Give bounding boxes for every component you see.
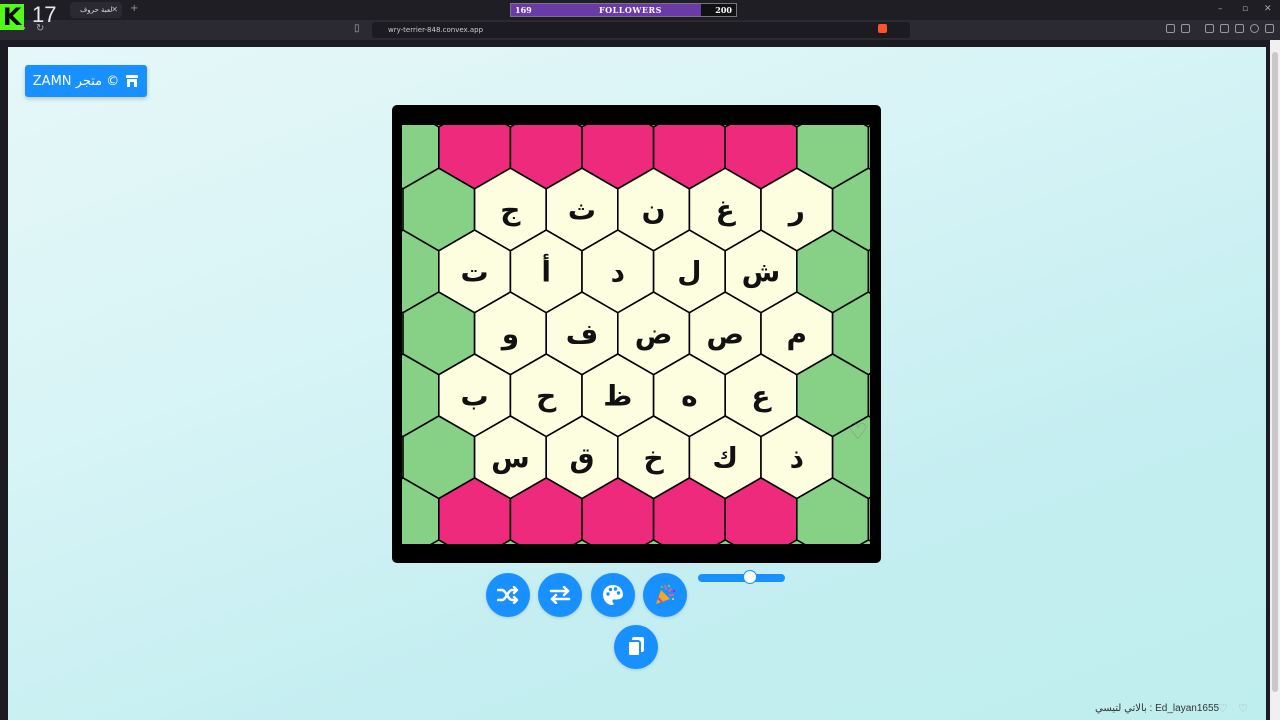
celebrate-button[interactable] <box>643 573 687 617</box>
size-slider[interactable] <box>698 570 785 584</box>
hex-letter: ع <box>751 379 772 412</box>
heart-watermark-icon: ♡ <box>848 420 868 445</box>
reload-icon[interactable]: ↻ <box>36 23 44 34</box>
hex-letter: ب <box>461 379 489 412</box>
hex-letter: ف <box>566 317 599 350</box>
shuffle-button[interactable] <box>486 573 530 617</box>
store-button-label: ZAMN متجر © <box>32 73 120 89</box>
hex-letter: ه <box>681 379 698 412</box>
hex-letter: غ <box>716 194 737 227</box>
followers-label: FOLLOWERS <box>599 5 662 15</box>
extension-icon[interactable] <box>1166 24 1175 33</box>
swap-icon <box>549 586 571 604</box>
followers-current: 169 <box>515 5 532 15</box>
palette-button[interactable] <box>591 573 635 617</box>
copy-button[interactable] <box>614 625 658 669</box>
shuffle-icon <box>497 586 519 604</box>
hex-letter: ذ <box>790 441 804 474</box>
close-icon[interactable]: ✕ <box>111 2 118 18</box>
green-border-hex <box>867 125 870 171</box>
hex-grid: ج ث ن غ ر ت أ د ل ش و ف ض ص م ب ح ظ ه ع س ق خ ك ذ <box>402 125 870 544</box>
footer-credit: بالاتي لتيسي : Ed_layan1655 <box>1095 703 1220 714</box>
hex-letter: ث <box>568 194 596 227</box>
hex-letter: ش <box>742 255 781 288</box>
hex-letter: و <box>500 317 519 350</box>
slider-knob[interactable] <box>743 570 758 584</box>
hex-letter: ر <box>787 194 805 227</box>
minimize-icon[interactable]: – <box>1218 4 1223 14</box>
forward-icon[interactable]: › <box>22 23 26 34</box>
url-field[interactable]: wry-terrier-848.convex.app <box>372 22 910 38</box>
hex-board: ج ث ن غ ر ت أ د ل ش و ف ضص م ب ح ظ ه ع س ق خ ك ذ <box>392 105 881 563</box>
green-border-hex <box>867 372 870 418</box>
heart-icon: ♡ <box>1238 702 1248 715</box>
vpn-icon[interactable] <box>1250 24 1259 33</box>
palette-icon <box>603 585 623 605</box>
green-border-hex <box>867 248 870 294</box>
green-border-hex <box>867 496 870 542</box>
followers-goal-bar: 169 FOLLOWERS 200 <box>510 3 737 17</box>
hex-letter: ن <box>642 194 666 227</box>
extension-icon[interactable] <box>1181 24 1190 33</box>
wallet-icon[interactable] <box>1220 24 1229 33</box>
rewards-icon[interactable] <box>1235 24 1244 33</box>
brave-shield-icon[interactable] <box>878 24 887 33</box>
hex-letter: ح <box>536 379 557 412</box>
hex-letter: س <box>491 441 530 474</box>
window-close-icon[interactable]: ✕ <box>1264 4 1272 14</box>
hex-letter: ض <box>635 317 673 350</box>
sidebar-icon[interactable] <box>1205 24 1214 33</box>
bookmark-icon[interactable]: ▯ <box>354 23 360 34</box>
hex-letter: ص <box>706 317 744 350</box>
heart-icon: ♡ <box>1218 702 1228 715</box>
hex-letter: خ <box>644 441 665 474</box>
menu-icon[interactable] <box>1265 24 1274 33</box>
maximize-icon[interactable]: ▫ <box>1242 4 1248 14</box>
browser-tab[interactable]: لعبة حروف ✕ <box>70 2 122 18</box>
hex-letter: ق <box>569 441 594 474</box>
store-button[interactable]: ZAMN متجر © <box>25 65 147 97</box>
hex-letter: ظ <box>603 379 632 412</box>
party-icon <box>656 584 676 604</box>
scrollbar-thumb[interactable] <box>1272 52 1278 692</box>
swap-button[interactable] <box>538 573 582 617</box>
store-icon <box>126 74 139 87</box>
hex-letter: ت <box>461 255 489 288</box>
hex-letter: د <box>611 255 625 288</box>
hex-letter: أ <box>541 253 551 288</box>
hex-letter: ل <box>677 255 701 288</box>
followers-goal: 200 <box>715 5 732 15</box>
copy-icon <box>627 637 644 657</box>
hex-letter: ك <box>712 441 738 474</box>
page-scrollbar[interactable] <box>1270 40 1280 720</box>
hex-letter: ج <box>500 194 521 228</box>
new-tab-icon[interactable]: + <box>130 3 138 14</box>
tab-title: لعبة حروف <box>80 6 113 14</box>
kick-logo-icon: K <box>0 4 24 30</box>
hex-letter: م <box>787 317 808 350</box>
